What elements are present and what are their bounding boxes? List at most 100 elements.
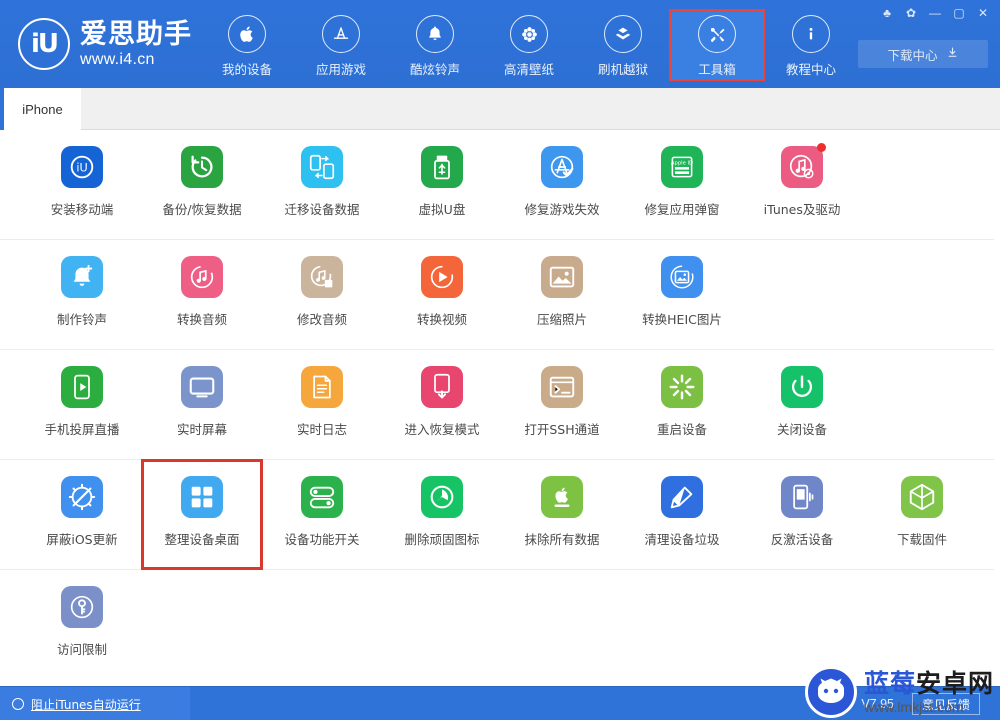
toolbox-item-convert-video[interactable]: 转换视频 [382,240,502,349]
toolbox-item-i4-app[interactable]: iU 安装移动端 [22,130,142,239]
status-bar: 阻止iTunes自动运行 V7.95 意见反馈 [0,686,1000,720]
nav-item-ringtones[interactable]: 酷炫铃声 [388,10,482,82]
toolbox-item-label: 屏蔽iOS更新 [46,532,118,547]
toolbox-item-ssh-terminal[interactable]: 打开SSH通道 [502,350,622,459]
toolbox-item-label: 整理设备桌面 [164,532,240,547]
edit-audio-icon [301,256,343,298]
convert-audio-icon [181,256,223,298]
toolbox-item-feature-toggle[interactable]: 设备功能开关 [262,460,382,569]
nav-item-tutorials[interactable]: 教程中心 [764,10,858,82]
toolbox-item-heic-convert[interactable]: 转换HEIC图片 [622,240,742,349]
toolbox-item-appstore-fix[interactable]: 修复游戏失效 [502,130,622,239]
toolbox-item-clean-junk[interactable]: 清理设备垃圾 [622,460,742,569]
toolbox-item-download-firmware[interactable]: 下载固件 [862,460,982,569]
migrate-data-icon [301,146,343,188]
appstore-fix-icon [541,146,583,188]
toolbox-item-edit-audio[interactable]: 修改音频 [262,240,382,349]
toolbox-item-live-screen[interactable]: 实时屏幕 [142,350,262,459]
toolbox-item-label: 安装移动端 [50,202,114,217]
toolbox-item-itunes-driver[interactable]: iTunes及驱动 [742,130,862,239]
toolbox-item-label: 转换HEIC图片 [642,312,722,327]
reboot-device-icon [661,366,703,408]
close-icon[interactable]: ✕ [972,3,994,23]
toolbox-item-compress-photo[interactable]: 压缩照片 [502,240,622,349]
toolbox-item-reboot-device[interactable]: 重启设备 [622,350,742,459]
compress-photo-icon [541,256,583,298]
nav-item-wallpapers[interactable]: 高清壁纸 [482,10,576,82]
make-ringtone-icon [61,256,103,298]
toolbox-item-label: 实时日志 [296,422,347,437]
toolbox-item-label: 重启设备 [656,422,707,437]
usb-drive-icon [421,146,463,188]
toolbox-item-access-restrict[interactable]: 访问限制 [22,570,142,679]
toolbox-item-appleid[interactable]: Apple ID 修复应用弹窗 [622,130,742,239]
download-center-button[interactable]: 下载中心 [858,40,988,68]
itunes-driver-icon [781,143,826,188]
brand-text: 爱思助手 www.i4.cn [80,21,192,68]
toolbox-item-migrate-data[interactable]: 迁移设备数据 [262,130,382,239]
toolbox-item-backup-restore[interactable]: 备份/恢复数据 [142,130,262,239]
erase-data-icon [541,476,583,518]
toolbox-item-convert-audio[interactable]: 转换音频 [142,240,262,349]
toolbox-item-power-off[interactable]: 关闭设备 [742,350,862,459]
toolbox-item-label: 备份/恢复数据 [162,202,242,217]
toolbox-item-label: 制作铃声 [56,312,107,327]
toolbox-row: iU 安装移动端 备份/恢复数据 迁移设备数据 虚拟U盘 修复游戏失效 Apple ID 修复… [0,130,1000,240]
toolbox-item-label: iTunes及驱动 [763,202,841,217]
appstore-icon [322,15,360,53]
block-update-icon [61,476,103,518]
toolbox-item-screen-cast[interactable]: 手机投屏直播 [22,350,142,459]
nav-label: 高清壁纸 [503,62,554,77]
toolbox-item-block-update[interactable]: 屏蔽iOS更新 [22,460,142,569]
nav-item-apps-games[interactable]: 应用游戏 [294,10,388,82]
tab-iphone[interactable]: iPhone [4,88,81,130]
power-off-icon [781,366,823,408]
brand-logo[interactable]: iU 爱思助手 www.i4.cn [18,18,192,70]
maximize-icon[interactable]: ▢ [948,3,970,23]
nav-label: 酷炫铃声 [409,62,460,77]
nav-item-flash-jailbreak[interactable]: 刷机越狱 [576,10,670,82]
access-restrict-icon [61,586,103,628]
nav-item-my-device[interactable]: 我的设备 [200,10,294,82]
tools-icon [698,15,736,53]
toolbox-item-delete-icon[interactable]: 删除顽固图标 [382,460,502,569]
deactivate-icon [781,476,823,518]
nav-label: 应用游戏 [315,62,366,77]
window-controls: ♣ ✿ — ▢ ✕ [876,3,994,23]
i4-logo-icon: iU [18,18,70,70]
minimize-icon[interactable]: — [924,3,946,23]
toolbox-item-usb-drive[interactable]: 虚拟U盘 [382,130,502,239]
download-firmware-icon [901,476,943,518]
toolbox-content: iU 安装移动端 备份/恢复数据 迁移设备数据 虚拟U盘 修复游戏失效 Apple ID 修复… [0,130,1000,686]
recovery-mode-icon [421,366,463,408]
toolbox-item-recovery-mode[interactable]: 进入恢复模式 [382,350,502,459]
toolbox-item-label: 关闭设备 [776,422,827,437]
app-window: iU 爱思助手 www.i4.cn 我的设备 应用游戏 酷炫铃声 高清壁纸 刷机… [0,0,1000,720]
gear-icon[interactable]: ✿ [900,3,922,23]
brand-name: 爱思助手 [80,18,192,50]
scroll-gutter[interactable] [994,130,1000,686]
feature-toggle-icon [301,476,343,518]
toolbox-item-label: 设备功能开关 [284,532,360,547]
toolbox-item-make-ringtone[interactable]: 制作铃声 [22,240,142,349]
feedback-button[interactable]: 意见反馈 [911,693,980,715]
bell-icon [416,15,454,53]
screen-cast-icon [61,366,103,408]
block-itunes-toggle[interactable]: 阻止iTunes自动运行 [0,687,190,720]
toolbox-item-label: 迁移设备数据 [284,202,360,217]
appleid-icon: Apple ID [661,146,703,188]
toolbox-item-arrange-desktop[interactable]: 整理设备桌面 [141,459,263,570]
nav-item-toolbox[interactable]: 工具箱 [669,9,765,81]
live-screen-icon [181,366,223,408]
toolbox-row: 访问限制 [0,570,1000,679]
ssh-terminal-icon [541,366,583,408]
skin-icon[interactable]: ♣ [876,3,898,23]
version-label: V7.95 [861,697,894,711]
toolbox-item-label: 压缩照片 [536,312,587,327]
notification-dot [817,143,826,152]
toolbox-item-erase-data[interactable]: 抹除所有数据 [502,460,622,569]
backup-restore-icon [181,146,223,188]
toolbox-item-live-log[interactable]: 实时日志 [262,350,382,459]
toolbox-item-deactivate[interactable]: 反激活设备 [742,460,862,569]
nav-label: 工具箱 [698,62,736,77]
